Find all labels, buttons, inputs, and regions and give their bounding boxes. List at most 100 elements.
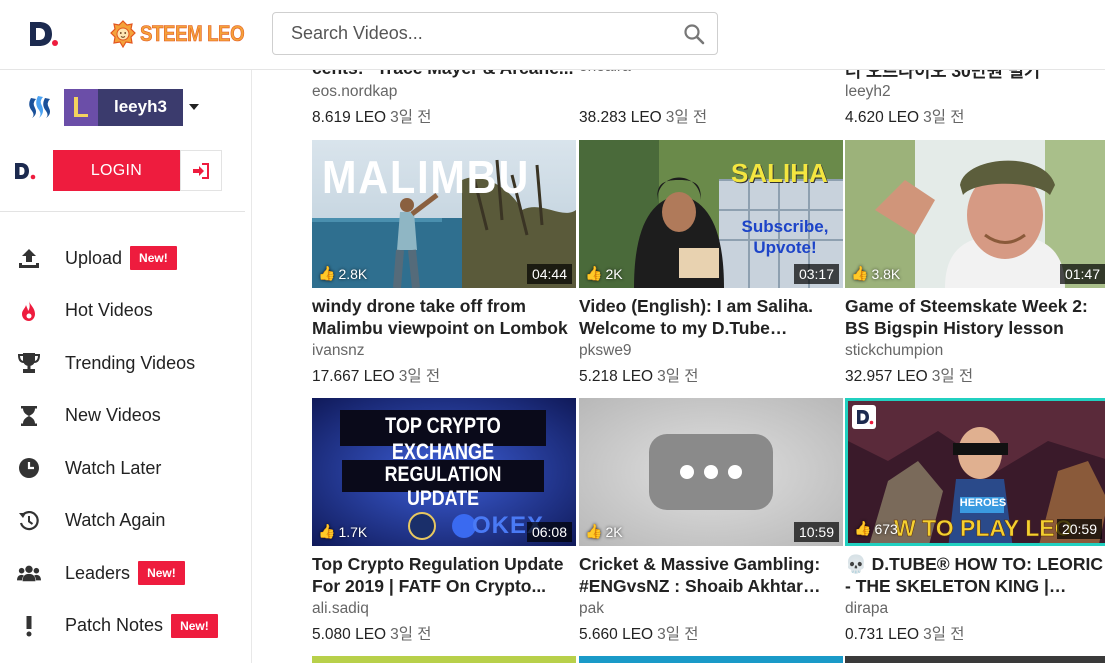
new-badge: New! [138, 561, 185, 586]
video-card[interactable]: MALIMBU 👍 2.8K 04:44 windy drone take off… [312, 140, 576, 386]
fire-icon [17, 299, 41, 323]
steem-icon[interactable] [26, 93, 54, 121]
video-duration: 03:17 [793, 264, 839, 284]
thumbs-up-icon: 👍 [851, 265, 869, 281]
sidebar-item-label: Patch Notes [65, 615, 164, 636]
video-title[interactable]: Game of Steemskate Week 2: BS Bigspin Hi… [845, 295, 1105, 339]
video-thumbnail[interactable]: TOP CRYPTO EXCHANGE REGULATION UPDATE OK… [312, 398, 576, 546]
video-duration: 10:59 [793, 522, 839, 542]
video-title[interactable]: windy drone take off from Malimbu viewpo… [312, 295, 576, 339]
video-thumbnail[interactable] [845, 656, 1105, 663]
thumbnail-subtitle-text: REGULATION UPDATE [384, 463, 502, 510]
sidebar-item-patch-notes[interactable]: Patch Notes New! [0, 600, 252, 653]
video-title[interactable]: Cricket & Massive Gambling: #ENGvsNZ : S… [579, 553, 843, 597]
user-account-chip[interactable]: leeyh3 [64, 88, 183, 126]
history-icon [17, 509, 41, 533]
like-count: 👍 3.8K [851, 265, 901, 282]
lion-icon [110, 20, 136, 48]
thumbnail-subtitle-text: HEROES [959, 497, 1007, 509]
sign-in-icon [193, 162, 209, 179]
sidebar-nav: Upload New! Hot Videos Trending Videos N… [0, 232, 252, 652]
upload-icon [17, 246, 41, 270]
sidebar-item-label: Hot Videos [65, 300, 153, 321]
divider [0, 211, 245, 212]
video-reward: 5.080 LEO [312, 626, 387, 643]
video-reward: 17.667 LEO [312, 368, 395, 385]
sidebar-item-watch-later[interactable]: Watch Later [0, 442, 252, 495]
sidebar-item-leaders[interactable]: Leaders New! [0, 547, 252, 600]
avatar [64, 88, 98, 126]
video-title[interactable]: Video (English): I am Saliha. Welcome to… [579, 295, 843, 339]
video-thumbnail[interactable]: 👍 3.8K 01:47 [845, 140, 1105, 288]
video-title[interactable]: Top Crypto Regulation Update For 2019 | … [312, 553, 576, 597]
dtube-logo-icon[interactable] [28, 20, 58, 48]
video-thumbnail[interactable]: 👍 2K 10:59 [579, 398, 843, 546]
video-age: 3일 전 [657, 368, 699, 385]
login-button[interactable]: LOGIN [53, 150, 180, 191]
video-grid: cents:" Trace Mayer & Arcane... eos.nord… [252, 70, 1105, 663]
video-card[interactable]: TOP CRYPTO EXCHANGE REGULATION UPDATE OK… [312, 398, 576, 644]
video-reward: 5.660 LEO [579, 626, 654, 643]
steemleo-logo[interactable]: STEEM LEO [110, 18, 263, 50]
video-age: 3일 전 [390, 626, 432, 643]
thumbnail-title-text: TOP CRYPTO EXCHANGE [385, 413, 501, 464]
video-title[interactable]: cents:" Trace Mayer & Arcane... [312, 70, 576, 79]
video-thumbnail[interactable]: HEROES W TO PLAY LEO 👍 673 20:59 [845, 398, 1105, 546]
video-author[interactable] [579, 83, 707, 103]
video-reward: 38.283 LEO [579, 109, 662, 126]
sidebar-item-new-videos[interactable]: New Videos [0, 390, 252, 443]
video-age: 3일 전 [390, 109, 432, 126]
clock-icon [17, 456, 41, 480]
new-badge: New! [171, 613, 218, 638]
sidebar-item-trending-videos[interactable]: Trending Videos [0, 337, 252, 390]
video-age: 3일 전 [923, 109, 965, 126]
thumbnail-subtitle-text: Subscribe, Upvote! [741, 217, 829, 257]
video-meta: 38.283 LEO 3일 전 [579, 105, 707, 127]
top-header: STEEM LEO [0, 0, 1105, 70]
thumbs-up-icon: 👍 [585, 523, 603, 539]
video-author[interactable]: eos.nordkap [312, 83, 432, 103]
video-thumbnail[interactable]: SALIHA Subscribe, Upvote! 👍 2K 03:17 [579, 140, 843, 288]
like-count: 👍 1.7K [318, 523, 368, 540]
chevron-down-icon[interactable] [189, 104, 199, 110]
sidebar-item-label: Upload [65, 247, 123, 268]
video-author[interactable]: pkswe9 [579, 342, 843, 362]
video-card[interactable]: SALIHA Subscribe, Upvote! 👍 2K 03:17 Vide… [579, 140, 843, 386]
thumbs-up-icon: 👍 [318, 265, 336, 281]
search-input[interactable] [273, 13, 653, 54]
thumbnail-title-text: W TO PLAY LEO [894, 515, 1073, 542]
video-thumbnail[interactable]: MALIMBU 👍 2.8K 04:44 [312, 140, 576, 288]
video-title[interactable]: 💀 D.TUBE® HOW TO: LEORIC - THE SKELETON … [845, 553, 1105, 597]
video-author[interactable]: ali.sadiq [312, 600, 576, 620]
video-thumbnail[interactable] [579, 656, 843, 663]
video-meta: 5.660 LEO 3일 전 [579, 622, 843, 644]
video-thumbnail[interactable] [312, 656, 576, 663]
sidebar-item-upload[interactable]: Upload New! [0, 232, 252, 285]
video-author[interactable]: ivansnz [312, 342, 576, 362]
video-duration: 06:08 [526, 522, 572, 542]
username: leeyh3 [114, 97, 167, 116]
video-author[interactable]: leeyh2 [845, 83, 965, 103]
video-author[interactable]: stickchumpion [845, 342, 1105, 362]
video-card[interactable]: 👍 2K 10:59 Cricket & Massive Gambling: #E… [579, 398, 843, 644]
video-author[interactable]: pak [579, 600, 843, 620]
video-age: 3일 전 [657, 626, 699, 643]
sidebar-item-label: Trending Videos [65, 352, 196, 373]
dtube-logo-icon [852, 405, 876, 429]
video-age: 3일 전 [398, 368, 441, 385]
sidebar-item-hot-videos[interactable]: Hot Videos [0, 285, 252, 338]
sidebar-item-watch-again[interactable]: Watch Again [0, 495, 252, 548]
video-card[interactable]: HEROES W TO PLAY LEO 👍 673 20:59 💀 D.TUBE… [845, 398, 1105, 644]
video-author[interactable]: oneaira [579, 70, 631, 76]
video-age: 3일 전 [923, 626, 965, 643]
video-meta: 8.619 LEO 3일 전 [312, 105, 432, 127]
like-count: 👍 2K [585, 265, 623, 282]
video-author[interactable]: dirapa [845, 600, 1105, 620]
sign-in-button[interactable] [180, 150, 222, 191]
search-box[interactable] [272, 12, 718, 55]
login-row: LOGIN [14, 150, 222, 191]
video-card[interactable]: 👍 3.8K 01:47 Game of Steemskate Week 2: B… [845, 140, 1105, 386]
hourglass-icon [17, 404, 41, 428]
sidebar-item-label: Leaders [65, 562, 131, 583]
search-icon[interactable] [683, 23, 705, 45]
